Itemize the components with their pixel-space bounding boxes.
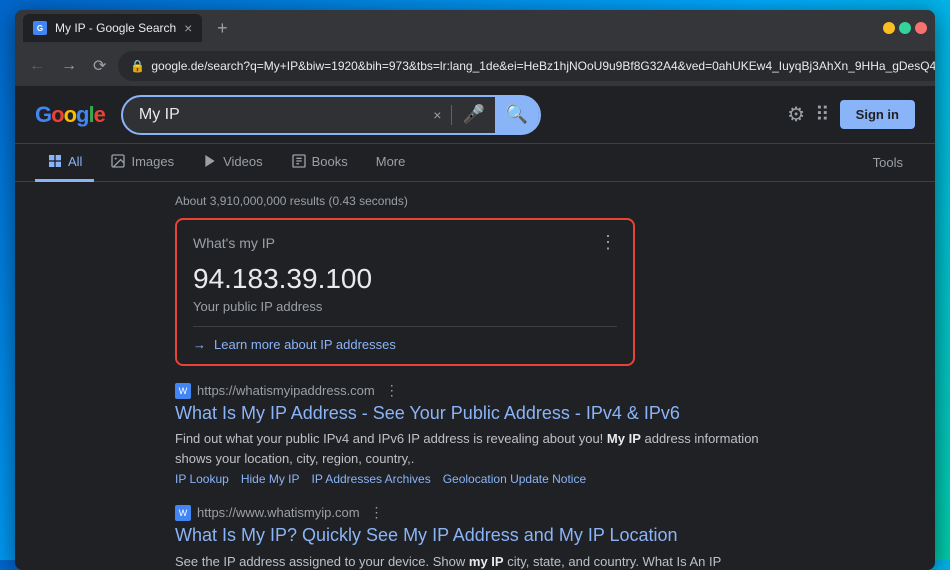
lock-icon: 🔒 [130,59,145,73]
tab-videos[interactable]: Videos [190,144,275,182]
result-url-line: W https://whatismyipaddress.com ⋮ [175,382,775,399]
tools-button[interactable]: Tools [861,144,915,182]
signin-button[interactable]: Sign in [840,100,915,129]
address-bar: ← → ⟳ 🔒 google.de/search?q=My+IP&biw=192… [15,46,935,86]
tab-images[interactable]: Images [98,144,186,182]
window-controls [883,22,927,34]
result-domain: https://www.whatismyip.com [197,505,360,520]
snippet-divider [193,326,617,327]
result-more-icon[interactable]: ⋮ [385,382,399,399]
results-count: About 3,910,000,000 results (0.43 second… [175,190,915,218]
minimize-button[interactable] [883,22,895,34]
snippet-more-icon[interactable]: ⋮ [599,232,617,253]
logo-g2: g [76,102,88,127]
results-area: About 3,910,000,000 results (0.43 second… [15,182,935,570]
new-tab-button[interactable]: + [208,14,236,42]
tools-label: Tools [873,155,903,170]
tab-close-button[interactable]: × [184,20,192,36]
result-links: IP Lookup Hide My IP IP Addresses Archiv… [175,472,775,486]
result-url-line: W https://www.whatismyip.com ⋮ [175,504,775,521]
result-more-icon[interactable]: ⋮ [370,504,384,521]
search-icon: 🔍 [506,104,528,125]
result-link[interactable]: IP Lookup [175,472,229,486]
tab-favicon: G [33,21,47,35]
apps-icon[interactable]: ⠿ [815,102,830,127]
result-desc: Find out what your public IPv4 and IPv6 … [175,429,775,468]
settings-icon[interactable]: ⚙ [787,102,805,127]
result-favicon: W [175,383,191,399]
result-link[interactable]: Geolocation Update Notice [443,472,586,486]
google-page: Google My IP × 🎤 🔍 ⚙ ⠿ Sign in [15,86,935,570]
ip-label: Your public IP address [193,299,617,314]
close-button[interactable] [915,22,927,34]
voice-search-icon[interactable]: 🎤 [462,104,484,125]
result-title[interactable]: What Is My IP? Quickly See My IP Address… [175,524,775,547]
search-input[interactable]: My IP [139,106,423,124]
search-bar[interactable]: My IP × 🎤 🔍 [121,95,541,135]
search-tabs: All Images Videos Books More Tools [15,144,935,182]
result-link[interactable]: Hide My IP [241,472,300,486]
result-item: W https://www.whatismyip.com ⋮ What Is M… [175,504,775,570]
result-favicon: W [175,505,191,521]
ip-address: 94.183.39.100 [193,263,617,295]
result-domain: https://whatismyipaddress.com [197,383,375,398]
browser-window: G My IP - Google Search × + ← → ⟳ 🔒 goog… [15,10,935,570]
learn-more-link[interactable]: → Learn more about IP addresses [193,337,617,352]
tab-images-label: Images [131,154,174,169]
search-divider [451,105,452,125]
google-header: Google My IP × 🎤 🔍 ⚙ ⠿ Sign in [15,86,935,144]
browser-tab[interactable]: G My IP - Google Search × [23,14,202,42]
learn-more-text: Learn more about IP addresses [214,337,396,352]
arrow-icon: → [193,337,206,352]
tab-videos-label: Videos [223,154,263,169]
maximize-button[interactable] [899,22,911,34]
logo-g: G [35,102,51,127]
tab-all[interactable]: All [35,144,94,182]
result-item: W https://whatismyipaddress.com ⋮ What I… [175,382,775,486]
search-clear-button[interactable]: × [433,107,441,123]
refresh-button[interactable]: ⟳ [89,54,110,78]
result-link[interactable]: IP Addresses Archives [312,472,431,486]
google-logo: Google [35,102,105,128]
snippet-header: What's my IP ⋮ [193,232,617,253]
result-title[interactable]: What Is My IP Address - See Your Public … [175,402,775,425]
logo-e: e [94,102,105,127]
title-bar: G My IP - Google Search × + [15,10,935,46]
forward-button[interactable]: → [57,55,81,77]
tab-title: My IP - Google Search [55,21,176,35]
tab-more[interactable]: More [364,144,418,182]
logo-o1: o [51,102,63,127]
tab-books[interactable]: Books [279,144,360,182]
header-actions: ⚙ ⠿ Sign in [787,100,915,129]
url-text: google.de/search?q=My+IP&biw=1920&bih=97… [151,59,935,73]
logo-o2: o [64,102,76,127]
back-button[interactable]: ← [25,55,49,77]
search-button[interactable]: 🔍 [495,95,539,135]
snippet-title: What's my IP [193,235,275,251]
tab-more-label: More [376,154,406,169]
tab-all-label: All [68,154,82,169]
tab-books-label: Books [312,154,348,169]
featured-snippet: What's my IP ⋮ 94.183.39.100 Your public… [175,218,635,366]
result-desc: See the IP address assigned to your devi… [175,552,775,570]
url-bar[interactable]: 🔒 google.de/search?q=My+IP&biw=1920&bih=… [118,51,935,81]
